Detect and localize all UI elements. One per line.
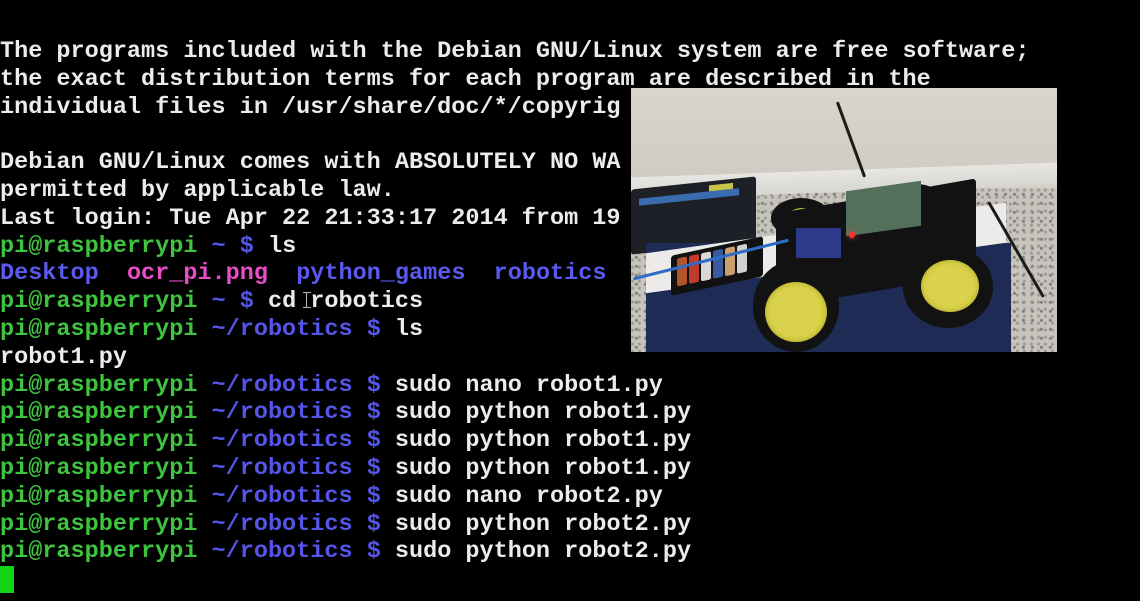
prompt-line: pi@raspberrypi ~/robotics $ sudo python …	[0, 455, 1029, 483]
prompt-path: ~/robotics	[211, 454, 353, 482]
prompt-user: pi@raspberrypi	[0, 232, 198, 260]
motd-text: permitted by applicable law.	[0, 176, 395, 204]
robot-video-overlay	[631, 88, 1057, 352]
output-text: robot1.py	[0, 343, 127, 371]
prompt-line: pi@raspberrypi ~/robotics $ sudo nano ro…	[0, 372, 1029, 400]
prompt-user: pi@raspberrypi	[0, 454, 198, 482]
prompt-user: pi@raspberrypi	[0, 538, 198, 566]
prompt-user: pi@raspberrypi	[0, 427, 198, 455]
prompt-path: ~	[211, 288, 226, 316]
prompt-user: pi@raspberrypi	[0, 482, 198, 510]
prompt-line: pi@raspberrypi ~/robotics $ sudo python …	[0, 538, 1029, 566]
file-entry[interactable]: ocr_pi.png	[127, 260, 268, 287]
motd-text: Last login: Tue Apr 22 21:33:17 2014 fro…	[0, 204, 621, 232]
prompt-line: pi@raspberrypi ~/robotics $ sudo python …	[0, 511, 1029, 539]
prompt-symbol: $	[239, 232, 254, 260]
prompt-line: pi@raspberrypi ~/robotics $ sudo python …	[0, 427, 1029, 455]
command-text: sudo python robot1.py	[394, 427, 692, 455]
terminal-block-cursor	[0, 566, 14, 593]
prompt-symbol: $	[366, 482, 381, 510]
prompt-symbol: $	[366, 427, 381, 455]
robot-wheel-front-left	[753, 260, 839, 352]
prompt-path: ~/robotics	[211, 399, 353, 427]
status-led	[849, 232, 855, 238]
prompt-path: ~/robotics	[211, 482, 353, 510]
prompt-path: ~/robotics	[211, 427, 353, 455]
prompt-symbol: $	[239, 288, 254, 316]
command-text: sudo python robot2.py	[394, 510, 692, 538]
prompt-user: pi@raspberrypi	[0, 288, 198, 316]
motor-driver-board	[796, 228, 841, 258]
command-text: sudo nano robot2.py	[394, 482, 663, 510]
directory-entry[interactable]: Desktop	[0, 260, 99, 287]
prompt-symbol: $	[366, 315, 381, 343]
prompt-user: pi@raspberrypi	[0, 399, 198, 427]
prompt-line: pi@raspberrypi ~/robotics $ sudo nano ro…	[0, 483, 1029, 511]
motd-text: individual files in /usr/share/doc/*/cop…	[0, 93, 621, 121]
directory-entry[interactable]: python_games	[296, 260, 465, 287]
prompt-path: ~/robotics	[211, 510, 353, 538]
prompt-path: ~	[211, 232, 226, 260]
command-text: ls	[394, 315, 424, 343]
command-text: sudo python robot1.py	[394, 454, 692, 482]
prompt-user: pi@raspberrypi	[0, 371, 198, 399]
command-text: sudo python robot2.py	[394, 538, 692, 566]
command-text: sudo nano robot1.py	[394, 371, 663, 399]
prompt-path: ~/robotics	[211, 538, 353, 566]
directory-entry[interactable]: robotics	[494, 260, 607, 287]
prompt-user: pi@raspberrypi	[0, 510, 198, 538]
command-text: cd robotics	[267, 288, 424, 316]
motd-line: The programs included with the Debian GN…	[0, 38, 1029, 66]
prompt-path: ~/robotics	[211, 315, 353, 343]
command-text: ls	[267, 232, 297, 260]
prompt-symbol: $	[366, 538, 381, 566]
motd-text: Debian GNU/Linux comes with ABSOLUTELY N…	[0, 149, 621, 177]
command-text: sudo python robot1.py	[394, 399, 692, 427]
motd-text: The programs included with the Debian GN…	[0, 38, 1030, 65]
prompt-symbol: $	[366, 371, 381, 399]
robot-wheel-front-right	[903, 246, 993, 328]
prompt-line: pi@raspberrypi ~/robotics $ sudo python …	[0, 399, 1029, 427]
prompt-symbol: $	[366, 454, 381, 482]
prompt-path: ~/robotics	[211, 371, 353, 399]
prompt-symbol: $	[366, 399, 381, 427]
prompt-symbol: $	[366, 510, 381, 538]
prompt-user: pi@raspberrypi	[0, 315, 198, 343]
text-cursor-ibeam-icon	[303, 292, 311, 308]
